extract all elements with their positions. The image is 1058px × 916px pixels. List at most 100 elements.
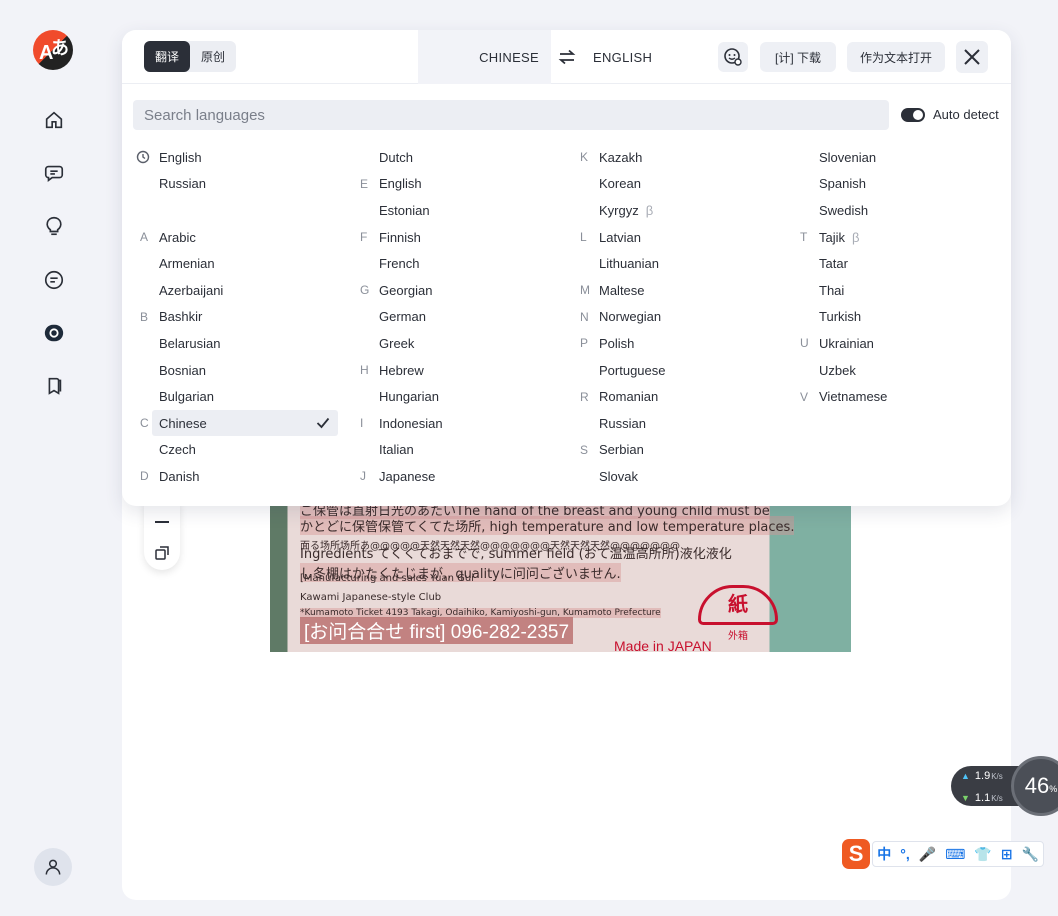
image-text-line: かとどに保管保管てくてた场所, high temperature and low… (300, 516, 795, 535)
alphabet-letter: P (580, 336, 589, 351)
alphabet-letter: U (800, 336, 809, 351)
language-option[interactable]: G Georgian (342, 277, 552, 304)
language-name: English (159, 150, 202, 165)
language-option[interactable]: L Latvian (562, 224, 772, 251)
language-option[interactable]: English (122, 144, 332, 171)
language-search-input[interactable] (133, 100, 889, 130)
bookmark-icon[interactable] (42, 374, 66, 398)
language-option[interactable]: R Romanian (562, 383, 772, 410)
language-label: English (379, 176, 422, 192)
language-option[interactable]: D Danish (122, 463, 332, 490)
language-option[interactable]: I Indonesian (342, 410, 552, 437)
language-name: Latvian (599, 230, 641, 245)
language-option[interactable]: Hungarian (342, 383, 552, 410)
language-option[interactable]: B Bashkir (122, 304, 332, 331)
ime-keyboard-icon[interactable]: ⌨ (945, 846, 965, 863)
download-unit: K/s (991, 793, 1003, 803)
ime-buttons: 中 °, 🎤 ⌨ 👕 ⊞ 🔧 (872, 841, 1044, 867)
ime-microphone-icon[interactable]: 🎤 (919, 846, 936, 863)
app-logo[interactable]: A あ (33, 30, 73, 70)
translated-mode-button[interactable]: 翻译 (144, 41, 190, 72)
language-option[interactable]: Kyrgyz β (562, 197, 772, 224)
alphabet-letter: D (140, 469, 149, 484)
user-avatar[interactable] (34, 848, 72, 886)
language-name: Turkish (819, 309, 861, 324)
language-name: Tajik β (819, 230, 860, 245)
language-label: Spanish (819, 176, 866, 192)
ime-skin-icon[interactable]: 👕 (974, 846, 991, 863)
language-option[interactable]: Armenian (122, 250, 332, 277)
language-option[interactable]: V Vietnamese (782, 383, 992, 410)
language-option[interactable]: F Finnish (342, 224, 552, 251)
language-option[interactable]: Russian (122, 171, 332, 198)
language-option[interactable]: Bulgarian (122, 383, 332, 410)
language-name: Czech (159, 442, 196, 457)
ime-settings-icon[interactable]: 🔧 (1022, 846, 1039, 863)
document-icon[interactable] (42, 268, 66, 292)
language-option[interactable]: A Arabic (122, 224, 332, 251)
language-option[interactable]: Czech (122, 437, 332, 464)
language-label: Slovenian (819, 149, 877, 165)
download-button[interactable]: [计] 下载 (760, 42, 836, 72)
language-option[interactable]: Turkish (782, 304, 992, 331)
home-icon[interactable] (42, 108, 66, 132)
language-option[interactable]: E English (342, 171, 552, 198)
language-option[interactable]: Estonian (342, 197, 552, 224)
language-option[interactable]: Thai (782, 277, 992, 304)
language-option[interactable]: Slovak (562, 463, 772, 490)
auto-detect-toggle[interactable]: Auto detect (901, 107, 1011, 122)
language-option[interactable]: Tatar (782, 250, 992, 277)
language-option[interactable]: H Hebrew (342, 357, 552, 384)
image-translate-icon[interactable] (42, 321, 66, 345)
fit-to-screen-icon[interactable] (155, 546, 169, 560)
swap-languages-button[interactable] (551, 49, 583, 65)
language-option[interactable]: Italian (342, 437, 552, 464)
ime-logo[interactable]: S (842, 839, 871, 869)
language-option[interactable]: J Japanese (342, 463, 552, 490)
language-name: Tatar (819, 256, 848, 271)
language-option[interactable]: Bosnian (122, 357, 332, 384)
chat-icon[interactable] (42, 161, 66, 185)
language-option[interactable]: Lithuanian (562, 250, 772, 277)
lightbulb-icon[interactable] (42, 214, 66, 238)
language-option[interactable]: T Tajik β (782, 224, 992, 251)
language-option[interactable]: Slovenian (782, 144, 992, 171)
language-option[interactable]: Uzbek (782, 357, 992, 384)
target-language-button[interactable]: ENGLISH (583, 50, 652, 65)
language-pair: CHINESE ENGLISH (418, 30, 656, 84)
language-option[interactable]: U Ukrainian (782, 330, 992, 357)
language-option[interactable]: Belarusian (122, 330, 332, 357)
feedback-button[interactable] (718, 42, 748, 72)
language-option[interactable]: Greek (342, 330, 552, 357)
language-option[interactable]: Portuguese (562, 357, 772, 384)
language-option[interactable]: P Polish (562, 330, 772, 357)
language-option[interactable]: C Chinese (122, 409, 338, 437)
alphabet-letter: V (800, 389, 809, 404)
language-option[interactable]: Spanish (782, 171, 992, 198)
language-option[interactable]: S Serbian (562, 437, 772, 464)
language-name: Norwegian (599, 309, 661, 324)
language-option[interactable]: Azerbaijani (122, 277, 332, 304)
language-option[interactable]: German (342, 304, 552, 331)
ime-punctuation-icon[interactable]: °, (900, 846, 910, 862)
original-mode-button[interactable]: 原创 (190, 41, 236, 72)
close-button[interactable] (956, 41, 988, 73)
language-name: Japanese (379, 469, 435, 484)
language-option[interactable]: N Norwegian (562, 304, 772, 331)
language-option[interactable]: K Kazakh (562, 144, 772, 171)
language-option[interactable]: Russian (562, 410, 772, 437)
language-option[interactable]: French (342, 250, 552, 277)
language-option[interactable]: Korean (562, 171, 772, 198)
open-as-text-button[interactable]: 作为文本打开 (847, 42, 945, 72)
ime-chinese-mode[interactable]: 中 (877, 844, 891, 864)
source-language-button[interactable]: CHINESE (418, 30, 551, 84)
ime-tools-icon[interactable]: ⊞ (1001, 846, 1013, 863)
auto-detect-switch[interactable] (901, 107, 925, 122)
user-icon (45, 859, 61, 875)
language-option[interactable]: Dutch (342, 144, 552, 171)
language-name: Slovenian (819, 150, 876, 165)
language-option[interactable]: M Maltese (562, 277, 772, 304)
language-option[interactable]: Swedish (782, 197, 992, 224)
zoom-out-button[interactable] (155, 521, 169, 523)
cpu-gauge[interactable]: 46% (1011, 756, 1058, 816)
